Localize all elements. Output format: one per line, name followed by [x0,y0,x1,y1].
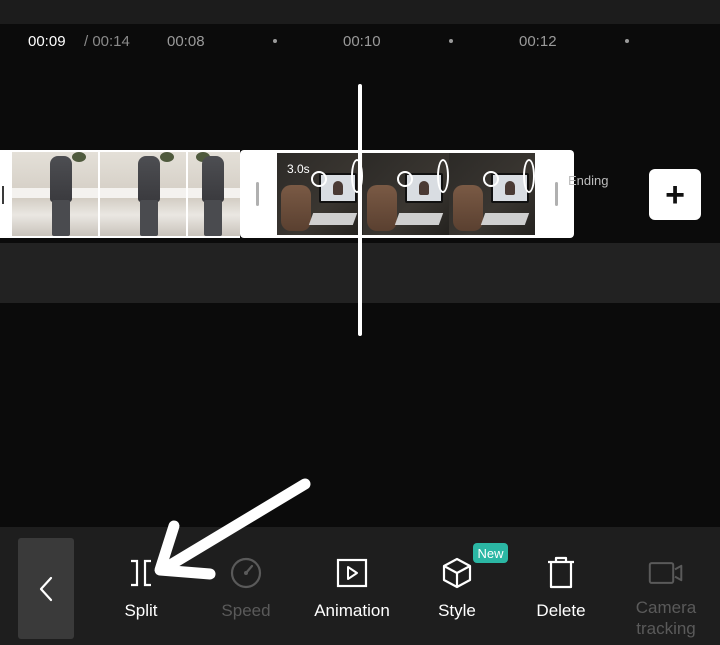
video-clip-1[interactable] [0,150,240,238]
ending-clip-label[interactable]: Ending [568,173,608,188]
video-camera-icon [648,555,684,591]
clip-thumbnails [277,153,536,235]
edit-toolbar: Split Speed Animation Style New Delete C… [0,527,720,645]
add-clip-button[interactable]: + [649,169,701,220]
animation-button[interactable]: Animation [297,527,407,645]
clip-duration: 3.0s [287,162,310,176]
current-time: 00:09 [28,33,66,50]
clip-thumbnail [188,152,240,236]
plus-icon: + [665,175,685,214]
time-ruler[interactable]: 00:09 / 00:14 00:08 00:10 00:12 [0,24,720,64]
split-label: Split [124,601,158,620]
trim-handle-left[interactable] [256,182,259,206]
tick-dot [625,39,629,43]
trash-icon [543,555,579,591]
split-icon [123,555,159,591]
playhead[interactable] [358,84,362,336]
clip-thumbnail [100,152,186,236]
tick-dot [449,39,453,43]
tick-dot [273,39,277,43]
new-badge: New [473,543,508,563]
total-time: / 00:14 [84,33,130,50]
style-label: Style [438,601,476,620]
play-square-icon [334,555,370,591]
camera-tracking-label: Camera tracking [635,598,697,638]
tick-label-2: 00:10 [343,33,381,50]
animation-label: Animation [314,601,390,620]
delete-label: Delete [536,601,586,620]
split-button[interactable]: Split [86,527,196,645]
chevron-left-icon [39,576,53,601]
delete-button[interactable]: Delete [506,527,616,645]
cube-icon [439,555,475,591]
trim-handle-right[interactable] [555,182,558,206]
clip-thumbnail [363,153,449,235]
top-status-bar [0,0,720,24]
camera-tracking-button[interactable]: Camera tracking [611,527,720,645]
speed-label: Speed [221,601,271,620]
clip-trim-handle-left[interactable] [0,178,10,212]
clip-thumbnail [449,153,535,235]
tick-label-3: 00:12 [519,33,557,50]
back-button[interactable] [18,538,74,639]
clip-thumbnail [12,152,98,236]
speedometer-icon [228,555,264,591]
tick-label-1: 00:08 [167,33,205,50]
speed-button[interactable]: Speed [191,527,301,645]
